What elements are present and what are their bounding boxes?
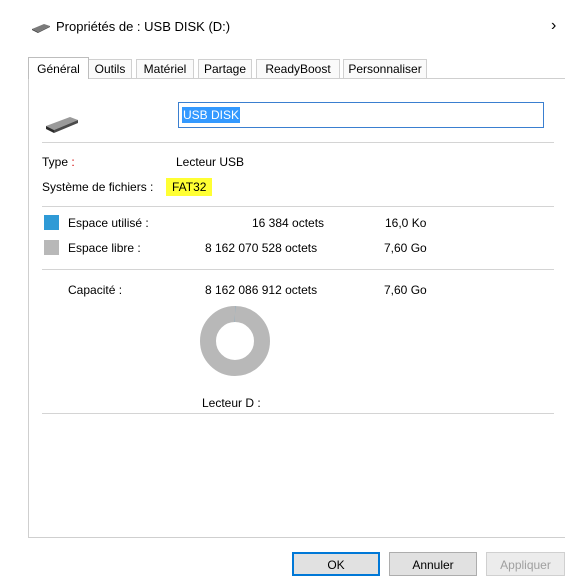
close-icon[interactable]: ›	[551, 17, 556, 35]
free-space-short: 7,60 Go	[384, 241, 427, 255]
window-title: Propriétés de : USB DISK (D:)	[56, 19, 231, 34]
capacity-bytes: 8 162 086 912 octets	[205, 283, 318, 297]
free-space-ring	[200, 306, 270, 376]
volume-name-selected-text: USB DISK	[182, 107, 241, 123]
type-value: Lecteur USB	[176, 155, 245, 169]
cancel-button[interactable]: Annuler	[389, 552, 477, 576]
title-bar: Propriétés de : USB DISK (D:) ›	[0, 0, 565, 52]
used-space-label: Espace utilisé :	[68, 216, 149, 230]
tab-tools[interactable]: Outils	[88, 59, 132, 78]
ok-button[interactable]: OK	[292, 552, 380, 576]
used-space-bytes: 16 384 octets	[252, 216, 325, 230]
tab-customize[interactable]: Personnaliser	[343, 59, 427, 78]
drive-icon	[46, 117, 78, 133]
tab-sharing[interactable]: Partage	[198, 59, 252, 78]
drive-letter-label: Lecteur D :	[202, 396, 261, 410]
separator	[42, 142, 554, 143]
usb-drive-icon	[32, 24, 50, 33]
tab-hardware[interactable]: Matériel	[136, 59, 194, 78]
free-space-label: Espace libre :	[68, 241, 141, 255]
used-space-short: 16,0 Ko	[385, 216, 427, 230]
separator	[42, 269, 554, 270]
filesystem-label: Système de fichiers :	[42, 180, 154, 194]
tab-readyboost[interactable]: ReadyBoost	[256, 59, 340, 78]
volume-name-input[interactable]: USB DISK	[178, 102, 544, 128]
separator	[42, 206, 554, 207]
filesystem-value: FAT32	[166, 178, 213, 196]
free-space-swatch	[44, 240, 59, 255]
apply-button[interactable]: Appliquer	[486, 552, 565, 576]
free-space-bytes: 8 162 070 528 octets	[205, 241, 318, 255]
type-label: Type :	[42, 155, 75, 169]
tab-general[interactable]: Général	[28, 57, 89, 79]
used-space-swatch	[44, 215, 59, 230]
capacity-label: Capacité :	[68, 283, 123, 297]
capacity-short: 7,60 Go	[384, 283, 427, 297]
disk-usage-donut-chart	[200, 306, 270, 376]
separator	[42, 413, 554, 414]
general-panel	[28, 78, 565, 538]
